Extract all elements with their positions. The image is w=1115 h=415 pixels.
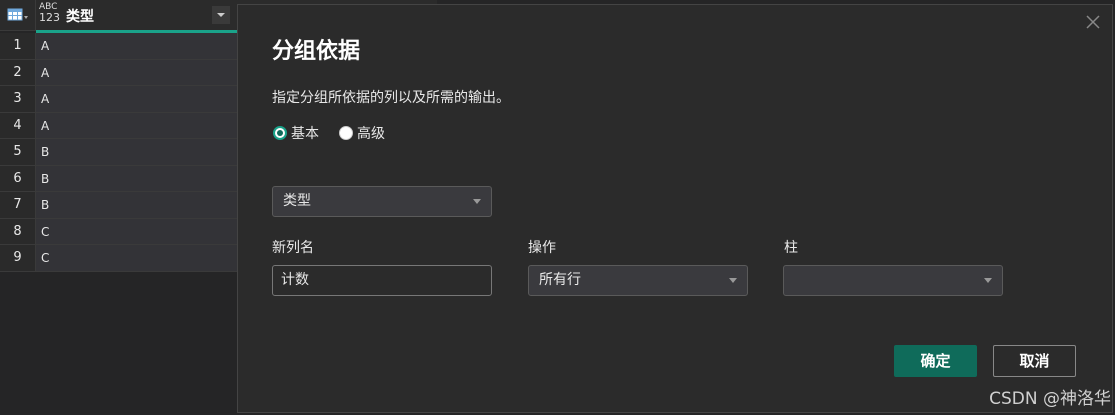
close-icon [1086,15,1100,29]
group-by-dialog: 分组依据 指定分组所依据的列以及所需的输出。 基本 高级 类型 新列名 操作 柱… [237,4,1113,413]
column-filter-button[interactable] [212,6,230,24]
group-by-column-value: 类型 [283,193,311,209]
cell-value[interactable]: B [36,192,237,218]
cell-value[interactable]: B [36,165,237,191]
table-row[interactable]: 7B [0,192,237,219]
chevron-down-icon [729,278,737,283]
watermark: CSDN @神洛华 [989,389,1111,409]
table-row[interactable]: 1A [0,33,237,60]
row-number[interactable]: 5 [0,139,36,165]
cell-value[interactable]: C [36,245,237,271]
chevron-down-icon [473,199,481,204]
column-type-icon[interactable]: ABC 123 [39,3,60,24]
table-menu-button[interactable] [0,0,36,30]
row-number[interactable]: 3 [0,86,36,112]
table-row[interactable]: 5B [0,139,237,166]
table-icon [7,8,28,21]
row-number[interactable]: 7 [0,192,36,218]
dialog-title: 分组依据 [272,39,361,64]
operation-value: 所有行 [539,272,581,288]
row-number[interactable]: 2 [0,59,36,85]
mode-radio-group: 基本 高级 [273,123,405,143]
ok-button[interactable]: 确定 [894,345,977,377]
dialog-description: 指定分组所依据的列以及所需的输出。 [272,90,510,106]
close-button[interactable] [1084,13,1102,31]
table-row[interactable]: 3A [0,86,237,113]
operation-label: 操作 [528,240,556,256]
table-row[interactable]: 9C [0,245,237,272]
column-type-number: 123 [39,11,60,24]
cancel-button[interactable]: 取消 [993,345,1076,377]
cell-value[interactable]: A [36,59,237,85]
cell-value[interactable]: B [36,139,237,165]
radio-advanced-label[interactable]: 高级 [357,123,385,143]
table-row[interactable]: 8C [0,218,237,245]
row-number[interactable]: 6 [0,165,36,191]
chevron-down-icon [984,278,992,283]
column-header-type[interactable]: ABC 123 类型 [36,0,237,30]
chevron-down-icon [217,13,225,17]
column-label: 柱 [784,240,798,256]
row-number[interactable]: 1 [0,33,36,59]
cell-value[interactable]: C [36,218,237,244]
row-number[interactable]: 8 [0,218,36,244]
table-row[interactable]: 6B [0,165,237,192]
radio-advanced[interactable] [339,126,353,140]
table-row[interactable]: 2A [0,59,237,86]
column-header-label: 类型 [66,9,94,25]
group-by-column-select[interactable]: 类型 [272,186,492,217]
table-row[interactable]: 4A [0,112,237,139]
new-column-name-input[interactable]: 计数 [272,265,492,296]
new-column-name-value: 计数 [281,272,309,288]
row-number[interactable]: 9 [0,245,36,271]
radio-basic[interactable] [273,126,287,140]
grid-rows: 1A2A3A4A5B6B7B8C9C [0,33,237,272]
grid-header: ABC 123 类型 [0,0,237,31]
cell-value[interactable]: A [36,112,237,138]
data-grid: ABC 123 类型 1A2A3A4A5B6B7B8C9C [0,0,237,415]
radio-basic-label[interactable]: 基本 [291,123,319,143]
cell-value[interactable]: A [36,86,237,112]
new-column-label: 新列名 [272,240,314,256]
operation-select[interactable]: 所有行 [528,265,748,296]
cell-value[interactable]: A [36,33,237,59]
column-select[interactable] [783,265,1003,296]
row-number[interactable]: 4 [0,112,36,138]
